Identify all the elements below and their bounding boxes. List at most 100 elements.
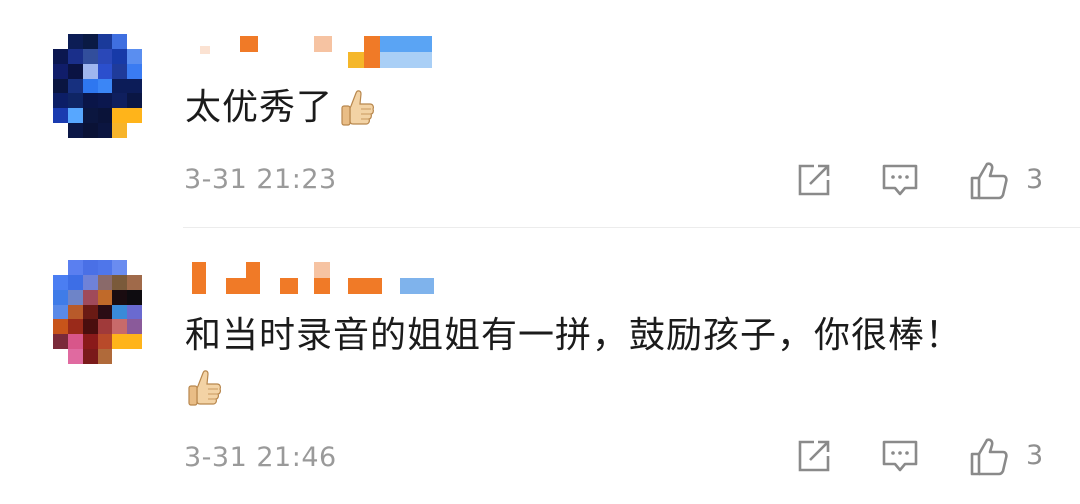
avatar-pixel <box>53 260 68 275</box>
avatar-pixel <box>142 48 157 64</box>
share-icon[interactable] <box>794 160 834 200</box>
avatar-pixel <box>97 334 113 350</box>
avatar-pixel <box>112 63 128 79</box>
avatar-pixel <box>112 349 128 364</box>
avatar-pixel <box>97 93 113 109</box>
avatar-pixel <box>67 289 83 305</box>
avatar-pixel <box>67 260 83 275</box>
avatar-pixel <box>112 108 128 124</box>
avatar-pixel <box>97 304 113 320</box>
username-pixelated[interactable] <box>188 34 438 68</box>
avatar-pixel <box>67 349 83 364</box>
comment-item: 和当时录音的姐姐有一拼，鼓励孩子，你很棒！ 3-31 21:46 3 <box>0 228 1080 504</box>
avatar-pixel <box>53 334 68 350</box>
avatar-pixel <box>53 63 68 79</box>
avatar[interactable] <box>53 260 157 364</box>
thumbs-up-emoji-icon <box>188 370 221 406</box>
avatar-pixel <box>142 289 157 305</box>
avatar-pixel <box>97 260 113 275</box>
avatar-pixel <box>127 260 143 275</box>
reply-icon[interactable] <box>880 160 920 200</box>
avatar-pixel <box>82 319 98 335</box>
avatar-pixel <box>67 123 83 138</box>
comment-text-content: 太优秀了 <box>185 87 334 128</box>
avatar-pixel <box>127 93 143 109</box>
avatar-pixel <box>82 48 98 64</box>
avatar-pixel <box>127 123 143 138</box>
avatar-pixel <box>142 334 157 350</box>
avatar-pixel <box>53 274 68 290</box>
avatar-pixel <box>53 78 68 94</box>
avatar-pixel <box>112 93 128 109</box>
avatar-pixel <box>112 274 128 290</box>
avatar-pixel <box>127 78 143 94</box>
avatar[interactable] <box>53 34 157 138</box>
avatar-pixel <box>127 349 143 364</box>
avatar-pixel <box>82 304 98 320</box>
avatar-pixel <box>97 319 113 335</box>
avatar-pixel <box>142 78 157 94</box>
avatar-pixel <box>142 304 157 320</box>
avatar-pixel <box>97 78 113 94</box>
avatar-pixel <box>127 289 143 305</box>
avatar-pixel <box>67 63 83 79</box>
avatar-pixel <box>97 48 113 64</box>
avatar-pixel <box>112 289 128 305</box>
avatar-pixel <box>97 289 113 305</box>
avatar-pixel <box>112 48 128 64</box>
avatar-pixel <box>142 123 157 138</box>
share-icon[interactable] <box>794 436 834 476</box>
username-pixelated[interactable] <box>188 260 438 294</box>
avatar-pixel <box>142 34 157 49</box>
avatar-pixel <box>112 78 128 94</box>
like-icon[interactable] <box>968 160 1010 202</box>
avatar-pixel <box>67 304 83 320</box>
avatar-pixel <box>142 349 157 364</box>
like-icon[interactable] <box>968 436 1010 478</box>
avatar-pixel <box>53 349 68 364</box>
avatar-pixel <box>142 63 157 79</box>
avatar-pixel <box>82 349 98 364</box>
avatar-pixel <box>67 334 83 350</box>
avatar-pixel <box>142 274 157 290</box>
avatar-pixel <box>97 108 113 124</box>
like-count: 3 <box>1026 164 1044 195</box>
avatar-pixel <box>53 48 68 64</box>
avatar-pixel <box>127 48 143 64</box>
avatar-pixel <box>82 78 98 94</box>
avatar-pixel <box>142 93 157 109</box>
avatar-pixel <box>112 304 128 320</box>
avatar-pixel <box>82 334 98 350</box>
avatar-pixel <box>53 123 68 138</box>
avatar-pixel <box>82 63 98 79</box>
avatar-pixel <box>97 274 113 290</box>
avatar-pixel <box>67 34 83 49</box>
reply-icon[interactable] <box>880 436 920 476</box>
avatar-pixel <box>67 274 83 290</box>
avatar-pixel <box>67 319 83 335</box>
avatar-pixel <box>53 289 68 305</box>
thumbs-up-emoji-icon <box>341 90 375 126</box>
comment-actions: 3 <box>790 160 1050 204</box>
avatar-pixel <box>127 63 143 79</box>
like-count: 3 <box>1026 440 1044 471</box>
avatar-pixel <box>127 334 143 350</box>
avatar-pixel <box>67 108 83 124</box>
comment-actions: 3 <box>790 436 1050 480</box>
avatar-pixel <box>127 274 143 290</box>
avatar-pixel <box>67 93 83 109</box>
avatar-pixel <box>112 34 128 49</box>
avatar-pixel <box>67 78 83 94</box>
comment-item: 太优秀了 3-31 21:23 3 <box>0 0 1080 228</box>
comment-timestamp: 3-31 21:23 <box>184 164 337 195</box>
avatar-pixel <box>112 123 128 138</box>
avatar-pixel <box>82 289 98 305</box>
avatar-pixel <box>127 304 143 320</box>
avatar-pixel <box>127 34 143 49</box>
avatar-pixel <box>142 319 157 335</box>
avatar-pixel <box>112 319 128 335</box>
avatar-pixel <box>53 108 68 124</box>
avatar-pixel <box>53 93 68 109</box>
avatar-pixel <box>97 34 113 49</box>
avatar-pixel <box>97 123 113 138</box>
